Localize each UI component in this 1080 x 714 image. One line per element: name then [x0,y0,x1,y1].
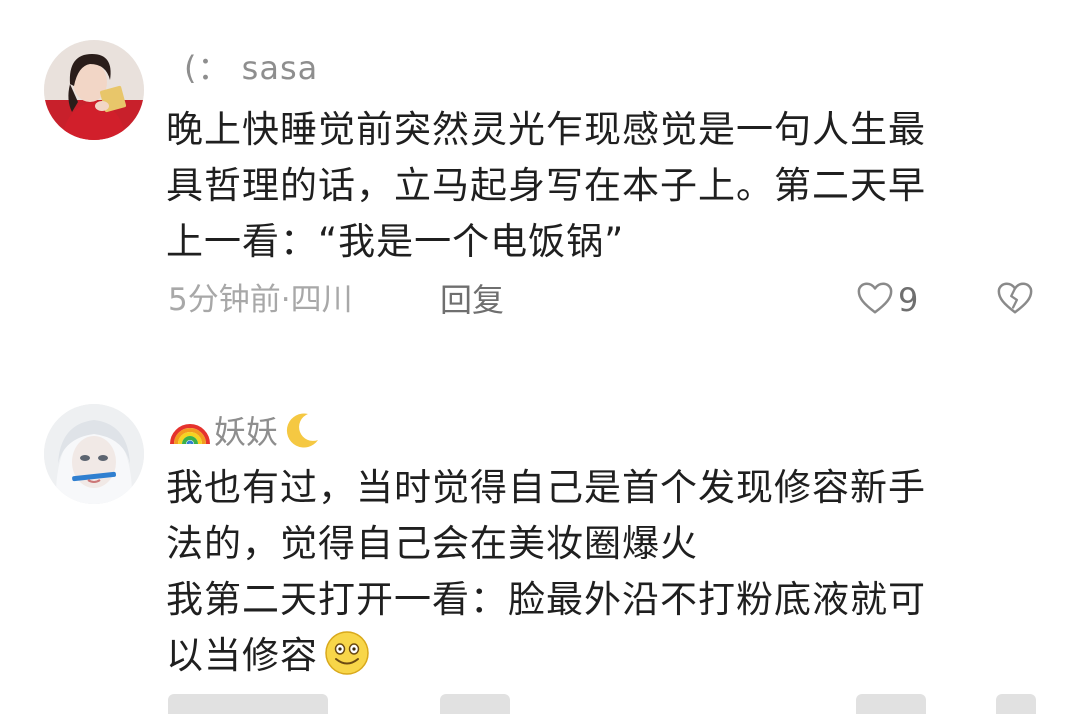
comment-text: 我也有过，当时觉得自己是首个发现修容新手 法的，觉得自己会在美妆圈爆火 我第二天… [166,460,1046,684]
comment-item: 妖妖 我也有过，当时觉得自己是首个发现修容新手 法的，觉得自己会在美妆圈爆火 我… [0,404,1080,714]
comment-line: 上一看：“我是一个电饭锅” [166,220,625,263]
like-button[interactable]: 9 [856,280,918,320]
comment-line-last: 以当修容 [166,628,1046,684]
username-text: 妖妖 [214,413,279,451]
username[interactable]: 妖妖 [168,408,322,452]
avatar[interactable] [44,404,144,504]
username[interactable]: (： sasa [184,50,318,86]
comment-line: 法的，觉得自己会在美妆圈爆火 [166,522,698,565]
broken-heart-icon [996,282,1034,320]
like-count: 9 [898,281,919,319]
comment-line: 具哲理的话，立马起身写在本子上。第二天早 [166,164,926,207]
comment-meta-cutoff [168,694,1038,714]
reply-button[interactable]: 回复 [440,278,504,322]
comment-meta: 5分钟前·四川 回复 9 [168,278,1038,322]
comment-line: 以当修容 [166,634,318,677]
comment-line: 我第二天打开一看：脸最外沿不打粉底液就可 [166,578,926,621]
avatar[interactable] [44,40,144,140]
comment-line: 我也有过，当时觉得自己是首个发现修容新手 [166,466,926,509]
smiley-emoji-icon [324,630,370,676]
comment-time-location: 5分钟前·四川 [168,282,353,318]
crescent-moon-emoji-icon [282,410,322,450]
comment-item: (： sasa 晚上快睡觉前突然灵光乍现感觉是一句人生最 具哲理的话，立马起身写… [0,40,1080,340]
comment-line: 晚上快睡觉前突然灵光乍现感觉是一句人生最 [166,108,926,151]
rainbow-emoji-icon [168,410,212,450]
dislike-button[interactable] [996,280,1036,320]
comment-text: 晚上快睡觉前突然灵光乍现感觉是一句人生最 具哲理的话，立马起身写在本子上。第二天… [166,102,1026,270]
heart-outline-icon [856,280,894,320]
